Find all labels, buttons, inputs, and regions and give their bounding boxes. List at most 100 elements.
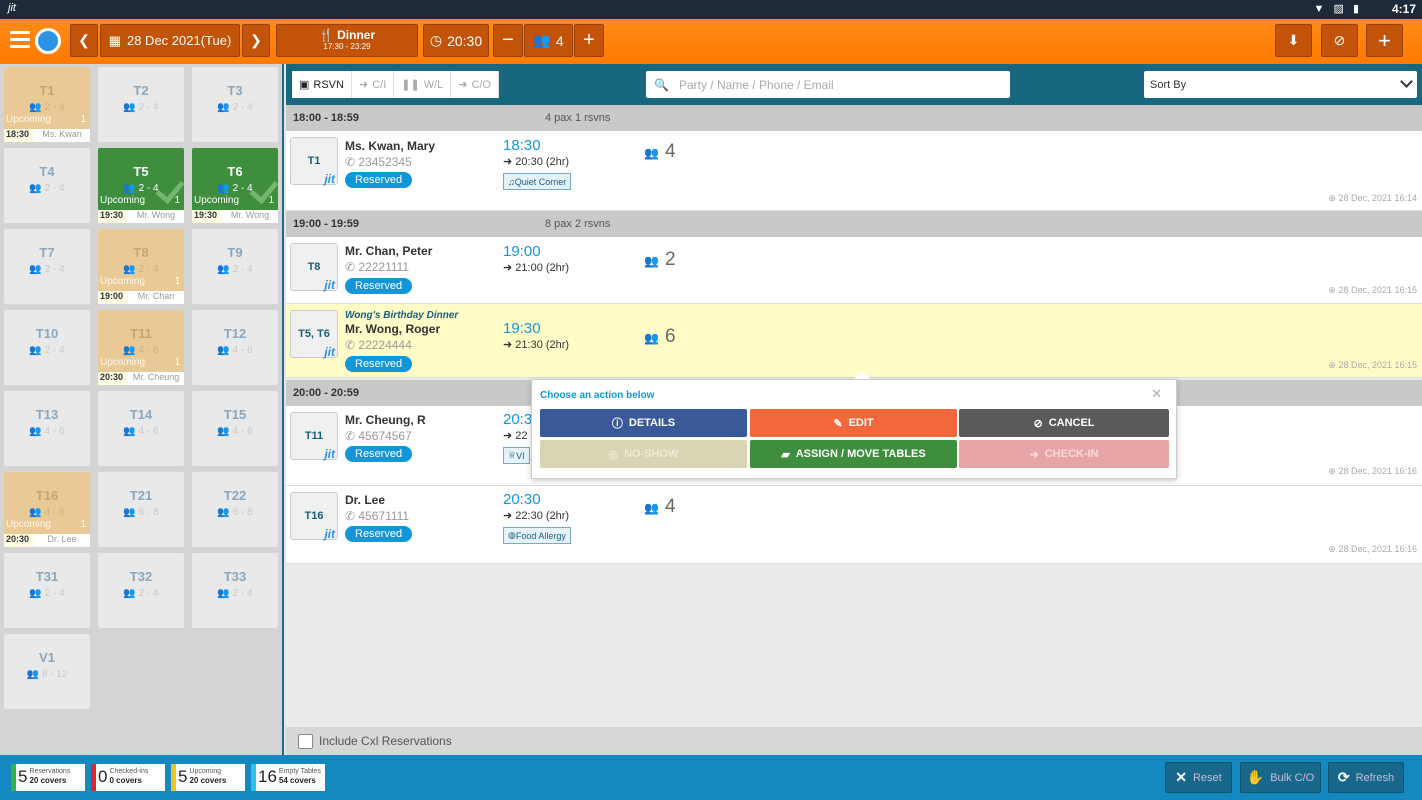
table-tile-t32[interactable]: T32 👥 2 - 4 bbox=[98, 553, 184, 628]
close-icon[interactable]: ✕ bbox=[1151, 386, 1162, 402]
tab-wl[interactable]: ❚❚ W/L bbox=[394, 71, 452, 98]
table-tile-t2[interactable]: T2 👥 2 - 4 bbox=[98, 67, 184, 142]
reservation-end-text: 20:30 (2hr) bbox=[515, 156, 570, 168]
table-tile-t9[interactable]: T9 👥 2 - 4 bbox=[192, 229, 278, 304]
reservation-row[interactable]: T1 jit Ms. Kwan, Mary ✆ 23452345 Reserved… bbox=[286, 131, 1422, 211]
stat-card[interactable]: 0 Checked-ins 0 covers bbox=[91, 764, 165, 791]
sort-select[interactable]: Sort By bbox=[1144, 71, 1417, 98]
cancel-button[interactable]: ⊘ CANCEL bbox=[959, 409, 1169, 437]
table-booking: 18:30 Ms. Kwan bbox=[4, 129, 90, 142]
download-button[interactable]: ⬇ bbox=[1275, 24, 1312, 57]
increase-party-button[interactable]: + bbox=[574, 24, 604, 57]
table-tile-t10[interactable]: T10 👥 2 - 4 bbox=[4, 310, 90, 385]
table-tile-t3[interactable]: T3 👥 2 - 4 bbox=[192, 67, 278, 142]
table-tile-t22[interactable]: T22 👥 6 - 8 bbox=[192, 472, 278, 547]
timestamp-text: 28 Dec, 2021 16:16 bbox=[1338, 544, 1417, 554]
assign-move-tables-button[interactable]: ▰ ASSIGN / MOVE TABLES bbox=[750, 440, 957, 468]
reservation-row[interactable]: T16 jit Dr. Lee ✆ 45671111 Reserved 20:30… bbox=[286, 486, 1422, 564]
booking-time: 18:30 bbox=[4, 129, 34, 142]
table-name: T10 bbox=[35, 326, 59, 341]
table-capacity-text: 2 - 4 bbox=[44, 345, 65, 356]
stat-card[interactable]: 5 Upcoming 20 covers bbox=[171, 764, 245, 791]
edit-label: EDIT bbox=[848, 417, 874, 429]
next-date-button[interactable]: ❯ bbox=[242, 24, 270, 57]
table-tile-t15[interactable]: T15 👥 4 - 6 bbox=[192, 391, 278, 466]
table-capacity: 👥 2 - 4 bbox=[4, 264, 90, 275]
table-name: T12 bbox=[223, 326, 247, 341]
table-map-panel: T1 👥 2 - 4 Upcoming 1 18:30 Ms. Kwan T2 👥 2… bbox=[0, 64, 284, 755]
hamburger-menu-icon[interactable] bbox=[10, 31, 30, 51]
tag-label-text: Food Allergy bbox=[515, 530, 566, 541]
row-table: T5, T6 bbox=[298, 328, 330, 340]
add-reservation-button[interactable]: + bbox=[1366, 24, 1403, 57]
reservation-row-selected[interactable]: T5, T6 jit Wong's Birthday Dinner Mr. Won… bbox=[286, 304, 1422, 378]
check-in-button[interactable]: ➜ CHECK-IN bbox=[959, 440, 1169, 468]
date-picker-button[interactable]: ▦ 28 Dec 2021(Tue) bbox=[100, 24, 240, 57]
search-placeholder: Party / Name / Phone / Email bbox=[678, 77, 834, 92]
people-icon: 👥 bbox=[123, 264, 139, 275]
sign-out-icon: ➜ bbox=[458, 79, 468, 91]
table-tile-t6[interactable]: T6 👥 2 - 4 Upcoming 1 19:30 Mr. Wong bbox=[192, 148, 279, 223]
app-logo-icon[interactable] bbox=[35, 28, 61, 54]
bulk-checkout-button[interactable]: ✋ Bulk C/O bbox=[1240, 762, 1321, 793]
reservation-row[interactable]: T8 jit Mr. Chan, Peter ✆ 22221111 Reserve… bbox=[286, 237, 1422, 304]
info-icon: ⓘ bbox=[611, 418, 623, 430]
decrease-party-button[interactable]: − bbox=[493, 24, 523, 57]
tab-rsvn[interactable]: ▣ RSVN bbox=[292, 71, 352, 98]
table-tile-t5[interactable]: T5 👥 2 - 4 Upcoming 1 19:30 Mr. Wong bbox=[98, 148, 185, 223]
table-name: T16 bbox=[35, 488, 59, 503]
footer-bar: 5 Reservations 20 covers 0 Checked-ins 0 co… bbox=[0, 755, 1422, 800]
guest-name: Ms. Kwan, Mary bbox=[345, 139, 436, 153]
hands-icon: ✋ bbox=[1246, 769, 1265, 785]
table-tile-t12[interactable]: T12 👥 4 - 6 bbox=[192, 310, 278, 385]
include-cxl-checkbox[interactable] bbox=[298, 733, 313, 749]
no-show-button[interactable]: ◎ NO-SHOW bbox=[540, 440, 747, 468]
status-badge: Reserved bbox=[345, 446, 413, 462]
table-tile-t21[interactable]: T21 👥 6 - 8 bbox=[98, 472, 184, 547]
vip-icon: ♕ bbox=[508, 450, 517, 460]
table-tile-t31[interactable]: T31 👥 2 - 4 bbox=[4, 553, 90, 628]
block-button[interactable]: ⊘ bbox=[1321, 24, 1358, 57]
details-button[interactable]: ⓘ DETAILS bbox=[540, 409, 747, 437]
group-pax: 8 pax 2 rsvns bbox=[545, 218, 611, 230]
prev-date-button[interactable]: ❮ bbox=[70, 24, 98, 57]
table-tile-t13[interactable]: T13 👥 4 - 6 bbox=[4, 391, 90, 466]
cutlery-icon: 🍴 bbox=[318, 27, 334, 42]
include-cxl-bar: Include Cxl Reservations bbox=[286, 727, 1422, 755]
table-name: T1 bbox=[39, 83, 55, 98]
meal-period-button[interactable]: 🍴 Dinner 17:30 - 23:29 bbox=[276, 24, 418, 57]
table-capacity-text: 8 - 12 bbox=[41, 669, 68, 680]
table-tile-t7[interactable]: T7 👥 2 - 4 bbox=[4, 229, 90, 304]
pax-count: 👥 4 bbox=[644, 141, 676, 163]
table-tile-t14[interactable]: T14 👥 4 - 6 bbox=[98, 391, 184, 466]
refresh-button[interactable]: ⟳ Refresh bbox=[1328, 762, 1404, 793]
table-tile-t11[interactable]: T11 👥 4 - 6 Upcoming 1 20:30 Mr. Cheung bbox=[98, 310, 184, 385]
guest-phone: ✆ 45671111 bbox=[345, 509, 409, 523]
clock-icon: ◷ bbox=[429, 32, 443, 48]
table-state: Upcoming bbox=[100, 276, 146, 287]
table-tile-t1[interactable]: T1 👥 2 - 4 Upcoming 1 18:30 Ms. Kwan bbox=[4, 67, 90, 142]
table-tile-t4[interactable]: T4 👥 2 - 4 bbox=[4, 148, 90, 223]
table-tile-v1[interactable]: V1 👥 8 - 12 bbox=[4, 634, 90, 709]
stat-number: 0 bbox=[98, 767, 108, 786]
table-name: T4 bbox=[39, 164, 55, 179]
table-tile-t16[interactable]: T16 👥 4 - 6 Upcoming 1 20:30 Dr. Lee bbox=[4, 472, 90, 547]
tab-co[interactable]: ➜ C/O bbox=[451, 71, 500, 98]
jit-logo-icon: jit bbox=[324, 527, 335, 541]
time-button[interactable]: ◷ 20:30 bbox=[423, 24, 489, 57]
edit-button[interactable]: ✎ EDIT bbox=[750, 409, 957, 437]
phone-icon: ✆ bbox=[345, 509, 359, 523]
search-input[interactable]: 🔍 Party / Name / Phone / Email bbox=[646, 71, 1010, 98]
people-icon: 👥 bbox=[26, 669, 42, 680]
reservation-time: 20:3 bbox=[503, 411, 533, 428]
table-capacity: 👥 2 - 4 bbox=[4, 102, 90, 113]
reset-button[interactable]: ✕ Reset bbox=[1165, 762, 1232, 793]
stat-card[interactable]: 16 Empty Tables 54 covers bbox=[251, 764, 325, 791]
tab-ci[interactable]: ➜ C/I bbox=[352, 71, 395, 98]
table-tile-t33[interactable]: T33 👥 2 - 4 bbox=[192, 553, 278, 628]
stat-card[interactable]: 5 Reservations 20 covers bbox=[11, 764, 85, 791]
table-tile-t8[interactable]: T8 👥 2 - 4 Upcoming 1 19:00 Mr. Chan bbox=[98, 229, 184, 304]
pax-count-text: 2 bbox=[664, 249, 676, 270]
booking-guest: Mr. Wong bbox=[230, 210, 270, 220]
people-icon: 👥 bbox=[644, 331, 659, 345]
